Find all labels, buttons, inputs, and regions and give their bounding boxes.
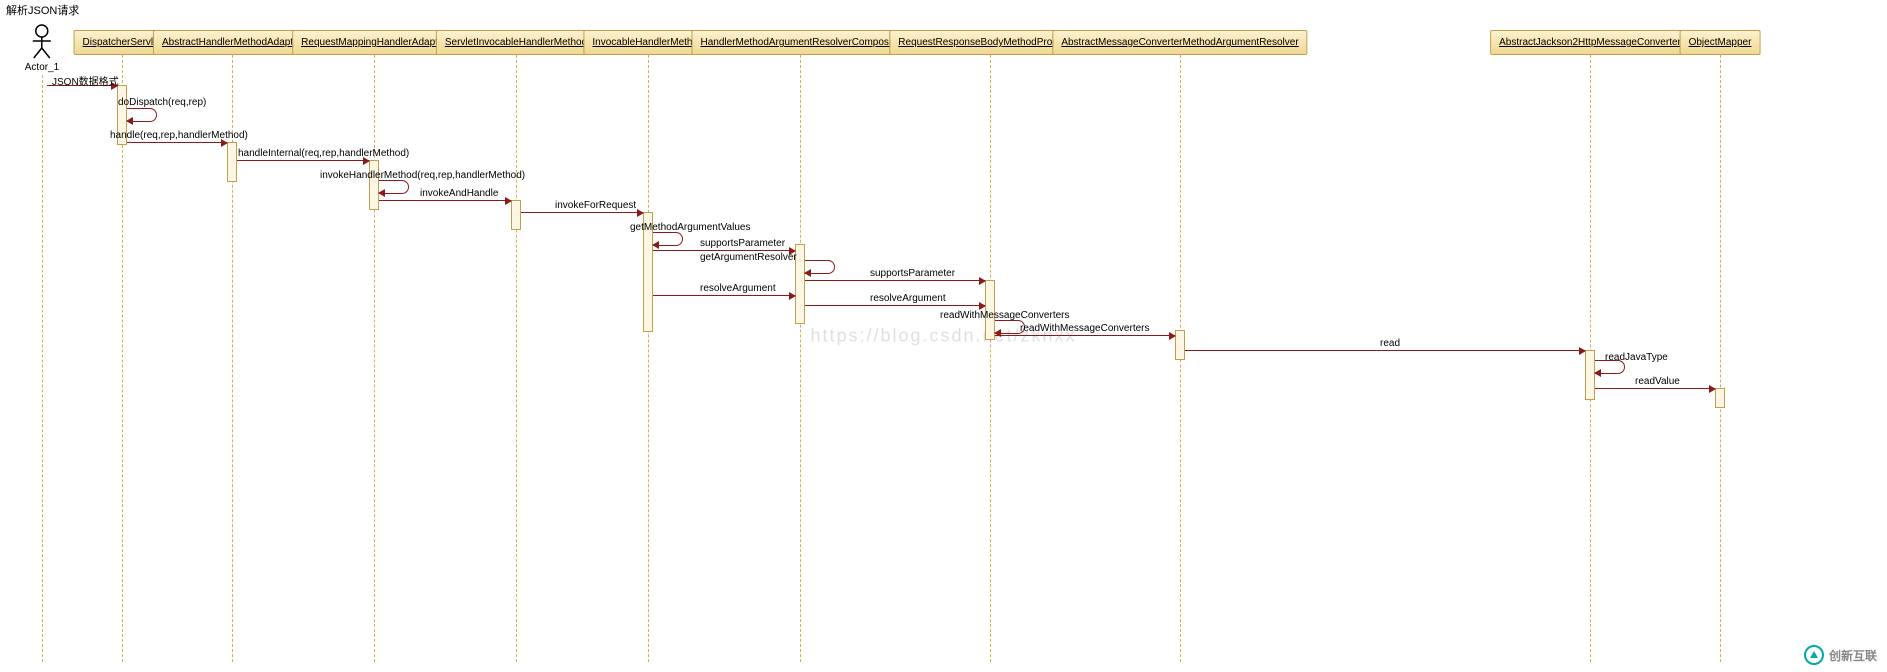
lifeline-actor	[42, 75, 43, 662]
activation	[511, 200, 521, 230]
lifeline	[374, 55, 375, 662]
lifeline	[122, 55, 123, 662]
message-label: invokeForRequest	[555, 200, 636, 211]
message-arrow	[237, 160, 369, 161]
self-call	[805, 260, 835, 274]
message-label: resolveArgument	[870, 293, 946, 304]
brand-text: 创新互联	[1829, 647, 1877, 664]
lifeline	[800, 55, 801, 662]
message-label: read	[1380, 338, 1400, 349]
self-call	[379, 180, 409, 194]
lifeline	[516, 55, 517, 662]
participant-header: RequestMappingHandlerAdapter	[292, 30, 456, 55]
message-label: supportsParameter	[700, 238, 785, 249]
message-arrow	[995, 335, 1175, 336]
message-arrow	[1185, 350, 1585, 351]
activation	[1715, 388, 1725, 408]
participant-header: HandlerMethodArgumentResolverComposite	[692, 30, 909, 55]
actor: Actor_1	[25, 24, 59, 73]
message-arrow	[653, 295, 795, 296]
participant-header: ServletInvocableHandlerMethod	[436, 30, 596, 55]
participant-header: AbstractJackson2HttpMessageConverter	[1490, 30, 1690, 55]
message-arrow	[653, 250, 795, 251]
message-label: getArgumentResolver	[700, 252, 797, 263]
message-arrow	[805, 280, 985, 281]
message-label: resolveArgument	[700, 283, 776, 294]
actor-label: Actor_1	[25, 62, 59, 73]
activation	[227, 142, 237, 182]
diagram-title: 解析JSON请求	[6, 2, 79, 18]
message-arrow	[521, 212, 643, 213]
self-call	[653, 232, 683, 246]
lifeline	[648, 55, 649, 662]
actor-icon	[29, 24, 55, 60]
message-arrow	[1595, 388, 1715, 389]
lifeline	[1720, 55, 1721, 662]
message-label: handleInternal(req,rep,handlerMethod)	[238, 148, 409, 159]
participant-header: AbstractHandlerMethodAdapter	[153, 30, 311, 55]
message-label: readJavaType	[1605, 352, 1668, 363]
message-label: readValue	[1635, 376, 1680, 387]
participant-header: AbstractMessageConverterMethodArgumentRe…	[1052, 30, 1307, 55]
message-label: doDispatch(req,rep)	[118, 97, 206, 108]
participant-header: ObjectMapper	[1680, 30, 1761, 55]
brand-logo: 创新互联	[1803, 644, 1877, 666]
message-label: invokeHandlerMethod(req,rep,handlerMetho…	[320, 170, 525, 181]
activation	[1175, 330, 1185, 360]
message-label: readWithMessageConverters	[940, 310, 1070, 321]
message-label: readWithMessageConverters	[1020, 323, 1150, 334]
activation	[369, 160, 379, 210]
message-label: JSON数据格式	[52, 73, 119, 88]
message-arrow	[805, 305, 985, 306]
lifeline	[990, 55, 991, 662]
message-label: handle(req,rep,handlerMethod)	[110, 130, 248, 141]
message-label: invokeAndHandle	[420, 188, 498, 199]
message-label: supportsParameter	[870, 268, 955, 279]
brand-icon	[1803, 644, 1825, 666]
message-arrow	[379, 200, 511, 201]
message-label: getMethodArgumentValues	[630, 222, 750, 233]
message-arrow	[127, 142, 227, 143]
self-call	[127, 108, 157, 122]
